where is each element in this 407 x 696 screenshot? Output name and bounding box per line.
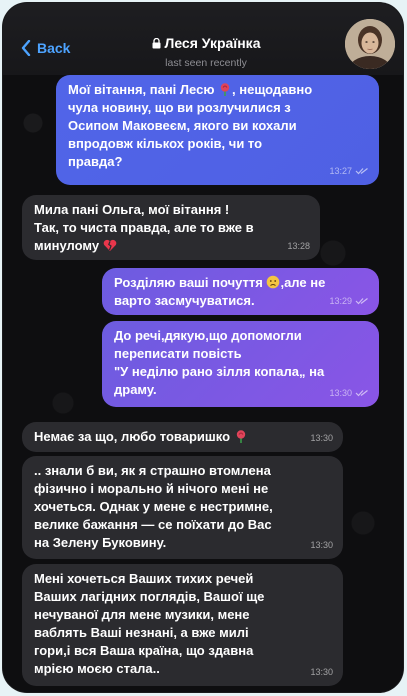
double-check-icon (355, 298, 368, 305)
message-bubble-outgoing[interactable]: До речі,дякую,що допомогли переписати по… (102, 321, 379, 407)
message-line: впродовж кількох років, чи то (68, 136, 263, 151)
message-meta: 13:28 (287, 237, 310, 255)
lock-icon (152, 37, 160, 48)
message-bubble-outgoing[interactable]: Розділяю ваші почуття ,але не варто засм… (102, 268, 379, 315)
message-line: переписати повість (114, 346, 242, 361)
message-line: Розділяю ваші почуття ,але не (114, 275, 326, 290)
contact-info[interactable]: Леся Українка last seen recently (111, 35, 301, 69)
message-line: велике бажання — се поїхати до Вас (34, 517, 272, 532)
message-line: хочеться. Однак у мене є нестримне, (34, 499, 273, 514)
message-line: Так, то чиста правда, але то вже в (34, 220, 254, 235)
message-line: "У неділю рано зілля копала„ на (114, 364, 325, 379)
message-bubble-outgoing[interactable]: Мої вітання, пані Лесю , нещодавно чула … (56, 75, 379, 185)
message-time: 13:27 (329, 166, 352, 176)
message-line: гори,і вся Ваша країна, що здавна (34, 643, 254, 658)
chevron-left-icon (21, 40, 31, 56)
portrait-image (345, 19, 395, 69)
contact-name-row: Леся Українка (152, 35, 261, 51)
message-meta: 13:30 (329, 384, 369, 402)
broken-heart-icon (103, 239, 116, 251)
phone-frame: Back Леся Українка last seen recently Мо… (3, 3, 403, 692)
message-meta: 13:27 (329, 162, 369, 180)
message-bubble-incoming[interactable]: Немає за що, любо товаришко 13:30 (22, 422, 343, 452)
message-line: Мені хочеться Ваших тихих речей (34, 571, 254, 586)
back-label: Back (37, 40, 71, 56)
message-meta: 13:30 (310, 663, 333, 681)
message-line: До речі,дякую,що допомогли (114, 328, 302, 343)
rose-icon (236, 430, 245, 443)
message-line: Мої вітання, пані Лесю , нещодавно (68, 82, 313, 97)
message-line: минулому (34, 237, 310, 255)
message-time: 13:30 (310, 667, 333, 677)
message-line: Ваших лагідних поглядів, Вашої ще (34, 589, 265, 604)
message-bubble-incoming[interactable]: Мила пані Ольга, мої вітання ! Так, то ч… (22, 195, 320, 260)
message-meta: 13:30 (310, 429, 333, 447)
sad-face-icon (267, 275, 280, 289)
message-line: Осипом Маковеєм, якого ви кохали (68, 118, 297, 133)
contact-status: last seen recently (165, 56, 247, 69)
message-time: 13:30 (329, 388, 352, 398)
message-line: ваблять Ваші незнані, а вже милі (34, 625, 249, 640)
message-line: нечуваної для мене музики, мене (34, 607, 250, 622)
message-time: 13:30 (310, 540, 333, 550)
message-time: 13:28 (287, 241, 310, 251)
message-time: 13:29 (329, 296, 352, 306)
message-line: фізично і морально й нічого мені не (34, 481, 269, 496)
message-bubble-incoming[interactable]: .. знали б ви, як я страшно втомлена фіз… (22, 456, 343, 559)
message-line: .. знали б ви, як я страшно втомлена (34, 463, 271, 478)
double-check-icon (355, 168, 368, 175)
message-line: мрією моєю стала.. (34, 661, 160, 676)
chat-header: Back Леся Українка last seen recently (3, 3, 403, 75)
message-line: чула новину, що ви розлучилися з (68, 100, 291, 115)
message-line: правда? (68, 154, 123, 169)
message-bubble-incoming[interactable]: Мені хочеться Ваших тихих речей Ваших ла… (22, 564, 343, 686)
message-line: Немає за що, любо товаришко (34, 428, 333, 446)
message-line: на Зелену Буковину. (34, 535, 167, 550)
double-check-icon (355, 390, 368, 397)
rose-icon (220, 83, 230, 96)
contact-name: Леся Українка (164, 35, 261, 51)
message-meta: 13:29 (329, 292, 369, 310)
message-line: Мила пані Ольга, мої вітання ! (34, 202, 230, 217)
message-time: 13:30 (310, 433, 333, 443)
back-button[interactable]: Back (21, 40, 70, 56)
message-meta: 13:30 (310, 536, 333, 554)
avatar[interactable] (345, 19, 395, 69)
